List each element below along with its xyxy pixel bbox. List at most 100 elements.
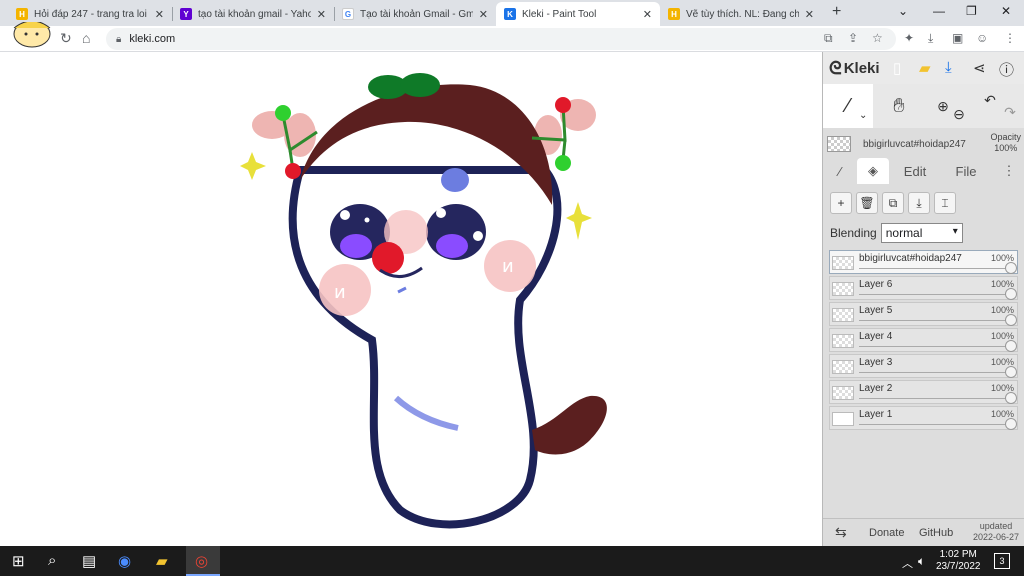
donate-link[interactable]: Donate	[869, 527, 904, 539]
svg-text:ᴎ: ᴎ	[334, 282, 346, 303]
slider-handle[interactable]	[1005, 418, 1017, 430]
notification-center-icon[interactable]: 3	[994, 553, 1010, 569]
tab-gmail[interactable]: G Tạo tài khoản Gmail - Gmail ✕	[334, 2, 496, 26]
close-icon[interactable]: ✕	[479, 8, 488, 21]
duplicate-layer-button[interactable]: ⧉	[882, 192, 904, 214]
close-icon[interactable]: ✕	[317, 8, 326, 21]
address-bar[interactable]: 🔒︎ kleki.com	[106, 28, 896, 50]
hand-tool-button[interactable]: ✋︎	[879, 84, 919, 128]
layer-item[interactable]: Layer 2 100%	[829, 380, 1018, 404]
new-image-icon[interactable]: ▯	[893, 59, 901, 77]
tab-file[interactable]: File	[947, 158, 985, 184]
window-close-icon[interactable]: ✕	[1001, 4, 1011, 18]
github-link[interactable]: GitHub	[919, 527, 953, 539]
search-icon[interactable]: ⌕	[48, 552, 56, 569]
profile-avatar-icon	[13, 22, 51, 48]
share-icon[interactable]: ⋖	[973, 59, 986, 77]
windows-start-icon[interactable]: ⊞	[12, 552, 25, 570]
tab-hoidap-ve[interactable]: H Vẽ tùy thích. NL: Đang chán, ✕	[660, 2, 822, 26]
clock-date: 23/7/2022	[936, 561, 981, 572]
tab-brush[interactable]: ⁄	[827, 158, 853, 184]
layer-item[interactable]: Layer 1 100%	[829, 406, 1018, 430]
tab-title: Kleki - Paint Tool	[522, 8, 597, 20]
swap-sides-icon[interactable]: ⇆	[835, 524, 847, 541]
minimize-icon[interactable]: —	[933, 4, 945, 18]
help-icon[interactable]: ⓘ	[999, 59, 1014, 80]
chrome-taskbar-button[interactable]: ◎	[186, 546, 220, 576]
add-layer-button[interactable]: +	[830, 192, 852, 214]
merge-layer-button[interactable]: ⤓	[908, 192, 930, 214]
layer-opacity-slider[interactable]	[859, 320, 1011, 321]
side-panel-icon[interactable]: ▣	[952, 31, 963, 45]
layer-opacity-slider[interactable]	[859, 294, 1011, 295]
layer-name: Layer 4	[859, 331, 893, 342]
more-menu-button[interactable]: ⋮	[999, 158, 1019, 184]
layer-item[interactable]: Layer 4 100%	[829, 328, 1018, 352]
tab-title: tạo tài khoản gmail - Yahoo S	[198, 8, 311, 20]
brush-tool-button[interactable]: ⁄ ⌄	[823, 84, 873, 128]
slider-handle[interactable]	[1005, 262, 1017, 274]
blending-value: normal	[885, 226, 923, 240]
system-clock[interactable]: 1:02 PM 23/7/2022	[936, 549, 981, 573]
layer-list: bbigirluvcat#hoidap247 100% Layer 6 100%…	[829, 250, 1019, 432]
tab-yahoo-search[interactable]: Y tạo tài khoản gmail - Yahoo S ✕	[172, 2, 334, 26]
open-folder-icon[interactable]: ▰	[919, 59, 931, 77]
plus-icon: +	[837, 196, 845, 210]
slider-handle[interactable]	[1005, 366, 1017, 378]
bookmark-star-icon[interactable]: ☆	[872, 31, 883, 45]
drawing-canvas[interactable]: ᴎ ᴎ	[0, 52, 822, 546]
chevron-up-icon[interactable]: ︿	[902, 555, 913, 571]
zoom-out-icon: ⊖	[953, 105, 965, 122]
translate-icon[interactable]: ⧉	[824, 31, 833, 46]
close-icon[interactable]: ✕	[805, 8, 814, 21]
kleki-footer: ⇆ Donate GitHub updated 2022-06-27	[823, 518, 1024, 546]
menu-icon[interactable]: ⋮	[1004, 31, 1016, 45]
slider-handle[interactable]	[1005, 288, 1017, 300]
updated-info: updated 2022-06-27	[973, 521, 1019, 543]
layer-opacity-slider[interactable]	[859, 372, 1011, 373]
hoidap-favicon-icon: H	[668, 8, 680, 20]
rename-icon: ⌶	[941, 195, 949, 210]
blending-select[interactable]: normal ▾	[880, 223, 963, 243]
reload-icon[interactable]: ↻	[60, 30, 72, 47]
app-name: Kleki	[843, 59, 880, 77]
tab-layers[interactable]: ◈	[857, 158, 889, 184]
profile-icon[interactable]: ☺	[976, 31, 988, 45]
tab-kleki[interactable]: K Kleki - Paint Tool ✕	[496, 2, 660, 26]
rename-layer-button[interactable]: ⌶	[934, 192, 956, 214]
save-download-icon[interactable]: ⤓	[945, 59, 952, 76]
layer-opacity-slider[interactable]	[859, 268, 1011, 269]
tab-title: Hỏi đáp 247 - trang tra loi	[34, 8, 147, 20]
file-explorer-icon[interactable]: ▰	[156, 552, 168, 570]
tab-edit[interactable]: Edit	[895, 158, 935, 184]
layer-item[interactable]: Layer 5 100%	[829, 302, 1018, 326]
close-icon[interactable]: ✕	[643, 8, 652, 21]
download-icon[interactable]: ⤓	[928, 31, 933, 46]
volume-icon[interactable]: 🔈︎	[918, 554, 925, 569]
zoom-app-icon[interactable]: ◉	[118, 552, 131, 570]
task-view-icon[interactable]: ▤	[82, 552, 96, 570]
undo-button[interactable]: ↶	[979, 78, 1001, 122]
layer-item[interactable]: Layer 6 100%	[829, 276, 1018, 300]
restore-icon[interactable]: ❐	[966, 4, 977, 18]
tab-search-chevron-icon[interactable]: ⌄	[898, 4, 908, 18]
layer-item[interactable]: Layer 3 100%	[829, 354, 1018, 378]
slider-handle[interactable]	[1005, 314, 1017, 326]
layer-thumbnail	[832, 256, 854, 270]
windows-taskbar: ⊞ ⌕ ▤ ◉ ▰ ◎ ︿ 🔈︎ 1:02 PM 23/7/2022 3	[0, 546, 1024, 576]
redo-button[interactable]: ↷	[999, 90, 1021, 134]
layer-opacity-slider[interactable]	[859, 424, 1011, 425]
layer-item[interactable]: bbigirluvcat#hoidap247 100%	[829, 250, 1018, 274]
layer-opacity-slider[interactable]	[859, 398, 1011, 399]
extensions-icon[interactable]: ✦	[904, 31, 914, 45]
layer-opacity-slider[interactable]	[859, 346, 1011, 347]
home-icon[interactable]: ⌂	[82, 30, 90, 46]
new-tab-icon[interactable]: +	[832, 3, 841, 21]
slider-handle[interactable]	[1005, 392, 1017, 404]
layer-thumbnail	[832, 412, 854, 426]
delete-layer-button[interactable]: 🗑︎	[856, 192, 878, 214]
brush-info: bbigirluvcat#hoidap247 Opacity 100%	[823, 130, 1024, 158]
close-icon[interactable]: ✕	[155, 8, 164, 21]
share-icon[interactable]: ⇪	[848, 31, 858, 45]
slider-handle[interactable]	[1005, 340, 1017, 352]
